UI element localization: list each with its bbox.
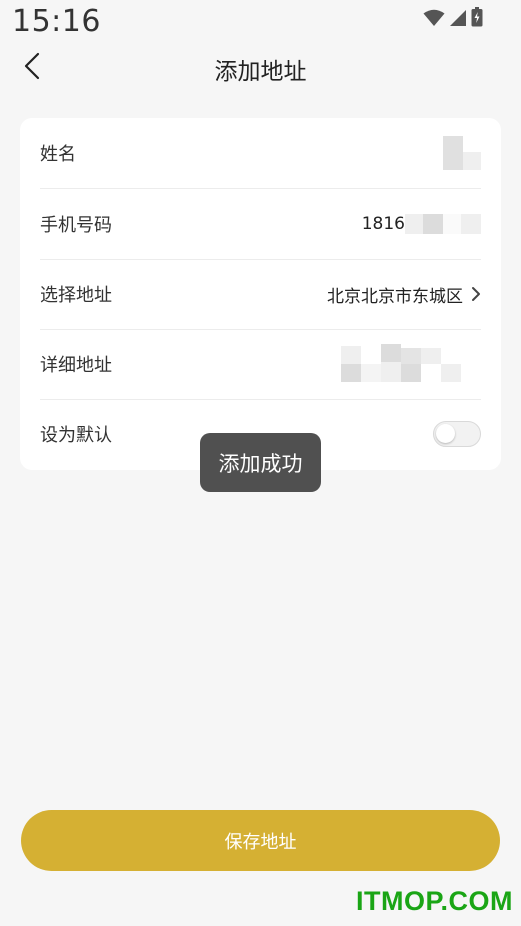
add-address-screen: 15:16 添加地址 姓名 手机号码 1816 选择地址 北京北京市东城区 详细…	[0, 0, 521, 926]
name-field[interactable]	[443, 136, 481, 170]
toggle-knob	[436, 424, 455, 443]
phone-label: 手机号码	[40, 215, 112, 236]
masked-name	[443, 136, 463, 170]
region-value: 北京北京市东城区	[327, 282, 481, 307]
save-address-button[interactable]: 保存地址	[21, 810, 500, 871]
masked-address	[341, 364, 361, 382]
name-label: 姓名	[40, 144, 76, 165]
address-form-card: 姓名 手机号码 1816 选择地址 北京北京市东城区 详细地址 设为默认	[20, 118, 501, 470]
default-address-label: 设为默认	[40, 425, 112, 446]
page-title: 添加地址	[214, 59, 307, 85]
detail-address-label: 详细地址	[40, 355, 112, 376]
detail-address-row[interactable]: 详细地址	[40, 329, 481, 399]
status-bar: 15:16	[0, 0, 521, 44]
watermark-logo: ITMOP.COM	[355, 886, 513, 916]
default-address-toggle[interactable]	[433, 421, 481, 447]
select-address-row[interactable]: 选择地址 北京北京市东城区	[40, 259, 481, 329]
success-toast: 添加成功	[200, 433, 321, 492]
select-address-label: 选择地址	[40, 285, 112, 306]
status-time: 15:16	[12, 4, 101, 39]
phone-row[interactable]: 手机号码 1816	[40, 189, 481, 259]
wifi-icon	[423, 9, 445, 27]
phone-value: 1816	[361, 214, 405, 234]
detail-address-field[interactable]	[341, 344, 481, 384]
battery-icon	[471, 7, 483, 27]
signal-icon	[449, 9, 467, 27]
name-row[interactable]: 姓名	[40, 118, 481, 188]
nav-bar: 添加地址	[0, 44, 521, 92]
chevron-right-icon	[471, 286, 481, 302]
phone-field[interactable]: 1816	[362, 214, 481, 234]
status-icons	[423, 7, 483, 27]
masked-phone	[423, 214, 443, 234]
